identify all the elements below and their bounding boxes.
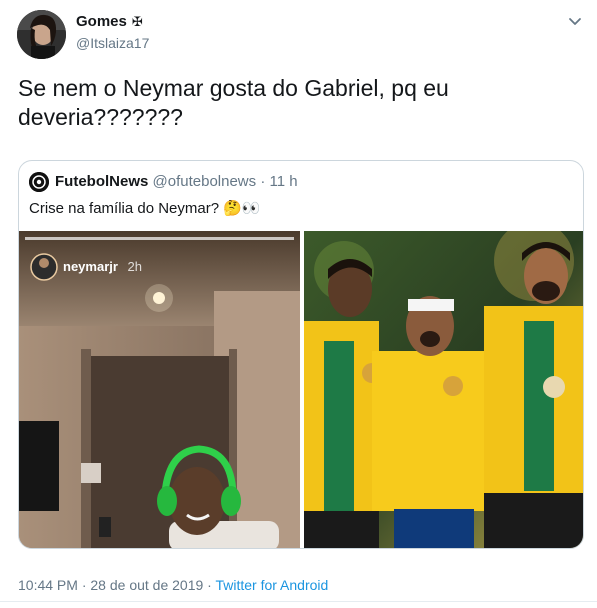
author-name-row[interactable]: Gomes ✠ [76,13,143,30]
quoted-avatar[interactable] [29,172,49,192]
tweet-text: Se nem o Neymar gosta do Gabriel, pq eu … [18,75,449,130]
quoted-display-name[interactable]: FutebolNews [55,173,148,190]
tweet-time[interactable]: 10:44 PM [18,577,78,593]
quoted-header: FutebolNews @ofutebolnews · 11 h [55,173,298,190]
chevron-down-icon[interactable] [565,12,585,32]
meta-separator-1: · [81,577,87,593]
story-image[interactable]: neymarjr 2h [19,231,300,548]
medal-photo[interactable] [304,231,583,548]
story-header: neymarjr 2h [63,259,142,274]
story-username: neymarjr [63,259,118,274]
tweet-date[interactable]: 28 de out de 2019 [90,577,203,593]
author-handle[interactable]: @Itslaiza17 [76,35,149,51]
quoted-separator: · [260,173,266,190]
quoted-tweet[interactable]: FutebolNews @ofutebolnews · 11 h Crise n… [18,160,584,549]
author-display-name[interactable]: Gomes [76,13,127,30]
quoted-time[interactable]: 11 h [269,173,297,190]
story-time: 2h [127,259,143,274]
quoted-text: Crise na família do Neymar? 🤔👀 [29,200,261,217]
meta-separator-2: · [207,577,212,593]
tweet-meta: 10:44 PM · 28 de out de 2019 · Twitter f… [18,577,328,593]
cross-icon: ✠ [131,14,143,29]
divider [0,601,597,602]
quoted-handle[interactable]: @ofutebolnews [153,173,257,190]
author-avatar[interactable] [17,10,66,59]
source-link[interactable]: Twitter for Android [215,577,328,593]
